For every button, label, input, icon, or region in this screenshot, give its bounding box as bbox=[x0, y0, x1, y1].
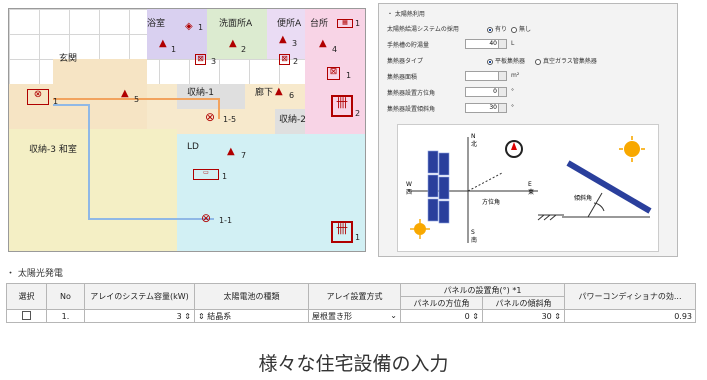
lamp-count: 7 bbox=[241, 151, 247, 160]
lamp-count: 4 bbox=[332, 45, 338, 54]
floor-heater-icon[interactable]: 卌 bbox=[331, 95, 353, 117]
col-panel-tilt: パネルの傾斜角 bbox=[482, 296, 565, 310]
collector-diagram: N 北 S 南 W 西 E 東 方位角 傾斜角 bbox=[397, 124, 659, 252]
floor-heater-icon[interactable]: 卌 bbox=[331, 221, 353, 243]
pv-section-title: ・ 太陽光発電 bbox=[6, 269, 63, 279]
tank-label: 手熱槽の貯湯量 bbox=[387, 42, 430, 49]
tank-input[interactable]: 40 bbox=[465, 39, 507, 49]
lamp-count: 3 bbox=[292, 39, 298, 48]
install-method-select[interactable]: 屋根置き形 ⌄ bbox=[308, 309, 401, 323]
south-label: 南 bbox=[471, 237, 478, 244]
area-input[interactable]: 4 bbox=[465, 71, 507, 81]
tilt-input[interactable]: 30 bbox=[465, 103, 507, 113]
col-pcs: パワーコンディショナの効... bbox=[564, 283, 696, 310]
area-label: 集熱器面積 bbox=[387, 74, 418, 81]
col-install-method: アレイ設置方式 bbox=[308, 283, 401, 310]
ceiling-fan-icon[interactable]: ⊗ bbox=[205, 111, 215, 123]
ceiling-count: 1-5 bbox=[223, 115, 237, 124]
tilt-caption: 傾斜角 bbox=[574, 195, 593, 202]
lamp-count: 6 bbox=[289, 91, 295, 100]
cell-type-select[interactable]: ⇕ 結晶系 bbox=[194, 309, 309, 323]
fan-count: 2 bbox=[293, 57, 299, 66]
lamp-icon[interactable]: ▲ bbox=[279, 35, 287, 45]
row-no: 1. bbox=[46, 309, 85, 323]
col-panel-azimuth: パネルの方位角 bbox=[400, 296, 483, 310]
ac-count: 1 bbox=[222, 172, 228, 181]
pv-table: 選択 No アレイのシステム容量(kW) 太陽電池の種類 アレイ設置方式 パネル… bbox=[6, 283, 696, 323]
floor-plan-canvas[interactable]: 浴室 洗面所A 便所A 台所 玄関 収納-1 廊下 収納-2 収納-3 和室 L… bbox=[8, 8, 366, 252]
north-label: 北 bbox=[471, 141, 478, 148]
col-select: 選択 bbox=[6, 283, 47, 310]
chevron-down-icon: ⌄ bbox=[390, 310, 397, 320]
west-label: 西 bbox=[406, 189, 413, 196]
heater-count: 1 bbox=[355, 233, 361, 242]
tank-unit: L bbox=[511, 40, 515, 47]
use-row: 太陽熱給湯システムの採用 有り 無し bbox=[387, 24, 531, 33]
ceiling-fan-icon[interactable]: ⊗ bbox=[201, 212, 211, 224]
lamp-count: 5 bbox=[134, 95, 140, 104]
capacity-input[interactable]: 3 ⇕ bbox=[84, 309, 195, 323]
lamp-icon[interactable]: ▲ bbox=[229, 39, 237, 49]
use-no-radio[interactable]: 無し bbox=[511, 24, 531, 33]
range-hood-icon[interactable]: ▦ bbox=[337, 19, 353, 28]
type-vacuum-radio[interactable]: 真空ガラス管集熱器 bbox=[535, 56, 597, 65]
tilt-label: 集熱器設置傾斜角 bbox=[387, 106, 436, 113]
east-label: 東 bbox=[528, 189, 535, 196]
panel-azimuth-input[interactable]: 0 ⇕ bbox=[400, 309, 483, 323]
area-unit: m² bbox=[511, 72, 520, 79]
up-down-icon: ⇕ bbox=[198, 311, 205, 321]
vent-count: 1 bbox=[198, 23, 204, 32]
azimuth-label: 集熱器設置方位角 bbox=[387, 90, 436, 97]
fan-count: 1 bbox=[346, 71, 352, 80]
caption: 様々な住宅設備の入力 bbox=[258, 353, 449, 375]
lamp-icon[interactable]: ▲ bbox=[319, 39, 327, 49]
col-capacity: アレイのシステム容量(kW) bbox=[84, 283, 195, 310]
lamp-count: 1 bbox=[171, 45, 177, 54]
pcs-efficiency[interactable]: 0.93 bbox=[564, 309, 696, 323]
solar-heat-section-title: ・ 太陽熱利用 bbox=[387, 11, 425, 18]
fan-icon[interactable]: ⊠ bbox=[327, 67, 340, 80]
table-row: 1. 3 ⇕ ⇕ 結晶系 屋根置き形 ⌄ 0 ⇕ 30 ⇕ 0.93 bbox=[6, 309, 696, 323]
fan-count: 3 bbox=[211, 57, 217, 66]
tilt-unit: ° bbox=[511, 104, 514, 111]
col-no: No bbox=[46, 283, 85, 310]
col-panel-angle: パネルの設置角(°) *1 bbox=[400, 283, 565, 297]
pv-section: ・ 太陽光発電 選択 No アレイのシステム容量(kW) 太陽電池の種類 アレイ… bbox=[6, 266, 702, 323]
panel-tilt-input[interactable]: 30 ⇕ bbox=[482, 309, 565, 323]
lamp-icon[interactable]: ▲ bbox=[121, 89, 129, 99]
type-flat-radio[interactable]: 平板集熱器 bbox=[487, 56, 525, 65]
use-yes-radio[interactable]: 有り bbox=[487, 24, 507, 33]
fan-icon[interactable]: ⊠ bbox=[195, 54, 206, 65]
lamp-count: 2 bbox=[241, 45, 247, 54]
ceiling-count: 1-1 bbox=[219, 216, 233, 225]
type-label: 集熱器タイプ bbox=[387, 58, 424, 65]
fan-icon[interactable]: ⊠ bbox=[279, 54, 290, 65]
azimuth-caption: 方位角 bbox=[482, 199, 501, 206]
row-select-cell bbox=[6, 309, 47, 323]
wiring-lines bbox=[53, 98, 220, 220]
select-checkbox[interactable] bbox=[22, 310, 31, 320]
lamp-icon[interactable]: ▲ bbox=[159, 39, 167, 49]
use-label: 太陽熱給湯システムの採用 bbox=[387, 26, 459, 33]
lamp-icon[interactable]: ▲ bbox=[227, 147, 235, 157]
azimuth-input[interactable]: 0 bbox=[465, 87, 507, 97]
heat-exchanger-icon[interactable]: ⊗ bbox=[27, 89, 49, 105]
lamp-icon[interactable]: ▲ bbox=[275, 87, 283, 97]
solar-heat-panel: ・ 太陽熱利用 太陽熱給湯システムの採用 有り 無し 手熱槽の貯湯量 40 L … bbox=[378, 3, 678, 257]
unit-count: 1 bbox=[53, 97, 59, 106]
hood-count: 1 bbox=[355, 19, 361, 28]
heater-count: 2 bbox=[355, 109, 361, 118]
azimuth-unit: ° bbox=[511, 88, 514, 95]
tank-row: 手熱槽の貯湯量 bbox=[387, 40, 429, 49]
vent-icon[interactable]: ◈ bbox=[185, 22, 193, 32]
type-row: 集熱器タイプ 平板集熱器 真空ガラス管集熱器 bbox=[387, 56, 597, 65]
air-conditioner-icon[interactable]: ▭ bbox=[193, 169, 219, 180]
col-cell-type: 太陽電池の種類 bbox=[194, 283, 309, 310]
